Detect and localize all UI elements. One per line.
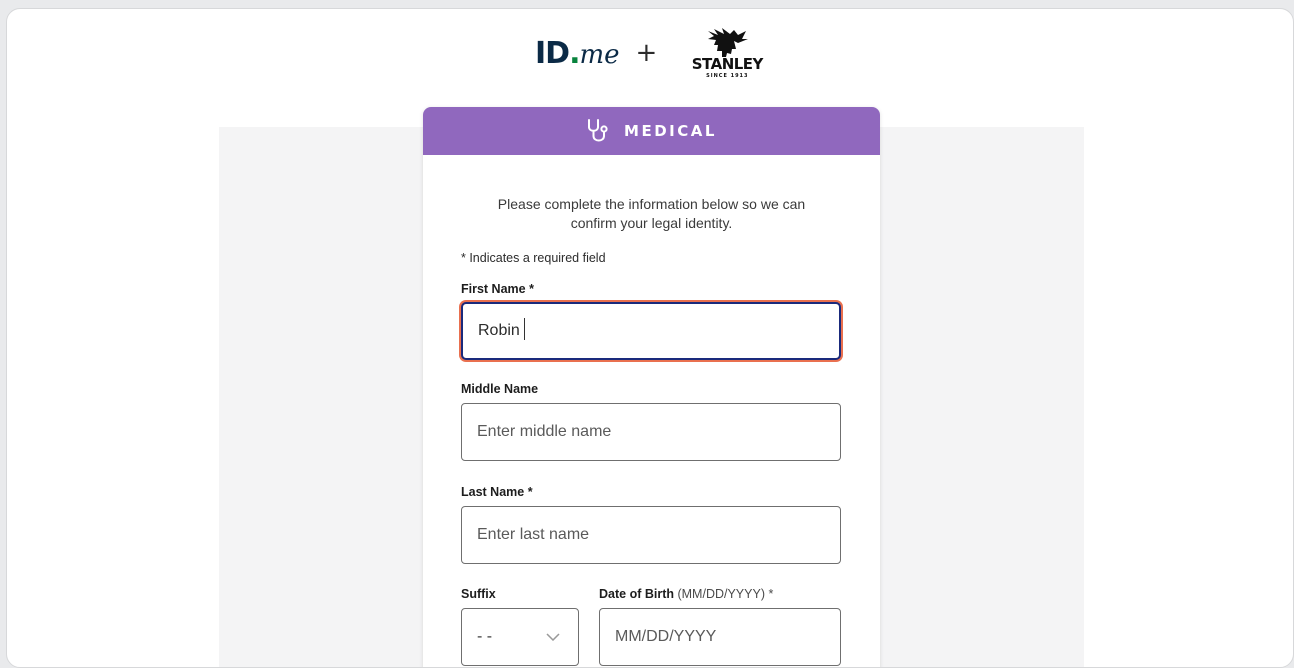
dob-group: Date of Birth (MM/DD/YYYY) * xyxy=(599,587,841,666)
card-title: MEDICAL xyxy=(624,122,717,140)
text-cursor xyxy=(524,318,525,340)
chevron-down-icon xyxy=(546,628,560,646)
browser-viewport: ID. me + STANLEY SINCE 1913 MEDICAL Plea… xyxy=(6,8,1294,668)
stanley-wordmark: STANLEY xyxy=(691,55,764,73)
suffix-select[interactable]: - - xyxy=(461,608,579,666)
card-body: Please complete the information below so… xyxy=(423,195,880,666)
last-name-label: Last Name * xyxy=(461,485,533,499)
card-header: MEDICAL xyxy=(423,107,880,155)
dob-required-mark: * xyxy=(768,587,774,601)
idme-logo: ID. me xyxy=(535,36,620,71)
idme-logo-dot: . xyxy=(569,35,580,71)
intro-text: Please complete the information below so… xyxy=(497,196,806,231)
verification-card: MEDICAL Please complete the information … xyxy=(423,107,880,667)
suffix-label: Suffix xyxy=(461,587,496,601)
idme-logo-me: me xyxy=(579,39,620,70)
suffix-group: Suffix - - xyxy=(461,587,579,666)
plus-sign: + xyxy=(635,38,658,68)
dob-format-hint: (MM/DD/YYYY) xyxy=(677,587,765,601)
stanley-tagline: SINCE 1913 xyxy=(706,73,749,79)
idme-logo-id: ID xyxy=(535,35,570,71)
dob-label: Date of Birth (MM/DD/YYYY) * xyxy=(599,587,841,601)
suffix-selected-value: - - xyxy=(477,628,493,645)
page-header: ID. me + STANLEY SINCE 1913 xyxy=(7,9,1293,119)
stanley-logo: STANLEY SINCE 1913 xyxy=(677,27,777,79)
last-name-input[interactable] xyxy=(461,506,841,564)
stanley-bear-icon xyxy=(704,27,750,57)
middle-name-label: Middle Name xyxy=(461,382,539,396)
co-brand-logos: ID. me + STANLEY SINCE 1913 xyxy=(535,23,777,83)
first-name-label: First Name * xyxy=(461,282,534,296)
first-name-input[interactable] xyxy=(461,302,841,360)
dob-input[interactable] xyxy=(599,608,841,666)
stethoscope-icon xyxy=(586,118,610,144)
suffix-dob-row: Suffix - - Date of Birth (MM/DD/YYYY) * xyxy=(461,587,842,666)
required-field-note: * Indicates a required field xyxy=(461,251,606,265)
middle-name-input[interactable] xyxy=(461,403,841,461)
dob-label-text: Date of Birth xyxy=(599,587,674,601)
first-name-wrapper xyxy=(461,302,842,360)
